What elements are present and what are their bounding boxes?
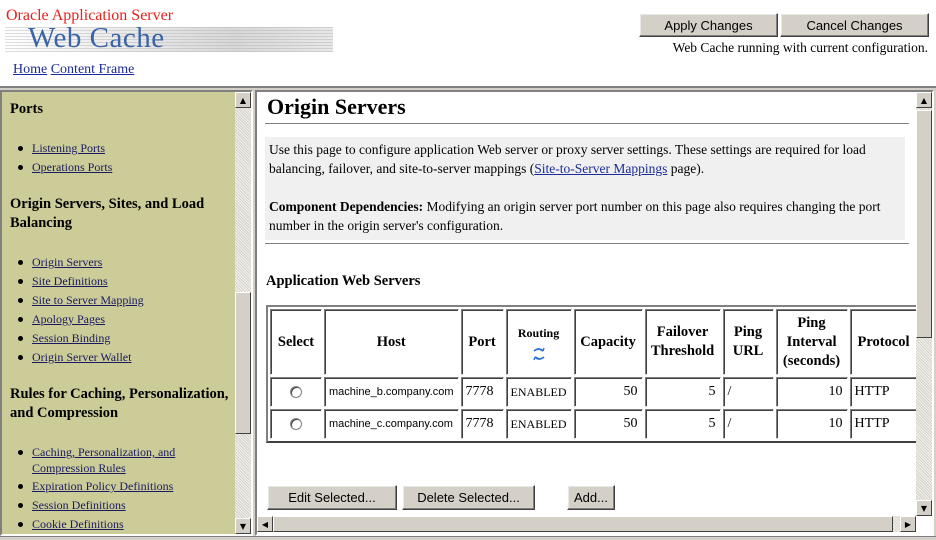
description-box: Use this page to configure application W…	[265, 137, 905, 240]
nav-scroll-thumb[interactable]	[235, 292, 251, 434]
column-header-ping-interval: Ping Interval (seconds)	[775, 309, 848, 375]
description-text: Use this page to configure application W…	[269, 140, 901, 178]
top-banner: Oracle Application Server Web Cache Home…	[0, 0, 936, 88]
nav-item-label[interactable]: Site to Server Mapping	[32, 293, 144, 307]
cancel-changes-button[interactable]: Cancel Changes	[780, 13, 929, 37]
capacity-cell: 50	[573, 377, 643, 407]
servers-table: Select Host Port Routing Capacity Failov…	[266, 305, 922, 443]
nav-item-label[interactable]: Expiration Policy Definitions	[32, 479, 173, 493]
nav-item-caching-rules[interactable]: Caching, Personalization, and Compressio…	[18, 444, 202, 476]
nav-item-expiration-policy[interactable]: Expiration Policy Definitions	[18, 478, 173, 494]
dependencies-text: Component Dependencies: Modifying an ori…	[269, 197, 901, 235]
site-to-server-mappings-link[interactable]: Site-to-Server Mappings	[534, 161, 667, 176]
failover-cell: 5	[644, 409, 721, 439]
page-title: Origin Servers	[267, 94, 406, 119]
nav-section-origin-servers: Origin Servers, Sites, and Load Balancin…	[10, 196, 205, 231]
nav-scrollbar[interactable]: ▲ ▼	[235, 92, 251, 534]
select-cell	[270, 409, 322, 439]
nav-item-label[interactable]: Apology Pages	[32, 312, 105, 326]
host-cell: machine_b.company.com	[324, 377, 459, 407]
nav-item-session-definitions[interactable]: Session Definitions	[18, 497, 126, 513]
divider	[265, 123, 909, 124]
content-scroll-thumb[interactable]	[916, 110, 932, 338]
nav-item-label[interactable]: Operations Ports	[32, 160, 112, 174]
row-select-radio[interactable]	[290, 385, 302, 398]
column-header-failover-threshold: Failover Threshold	[644, 309, 721, 375]
column-header-port: Port	[460, 309, 504, 375]
column-header-select: Select	[270, 309, 322, 375]
nav-item-label[interactable]: Origin Servers	[32, 255, 102, 269]
nav-item-label[interactable]: Origin Server Wallet	[32, 350, 131, 364]
divider	[265, 243, 909, 244]
routing-cell: ENABLED	[505, 409, 572, 439]
ping-interval-cell: 10	[775, 409, 848, 439]
nav-item-label[interactable]: Caching, Personalization, and Compressio…	[32, 445, 175, 475]
dependencies-label: Component Dependencies:	[269, 199, 424, 214]
row-select-radio[interactable]	[290, 417, 302, 430]
nav-item-origin-servers[interactable]: Origin Servers	[18, 254, 102, 270]
top-links: Home Content Frame	[13, 62, 134, 78]
nav-item-apology-pages[interactable]: Apology Pages	[18, 311, 105, 327]
table-row: machine_c.company.com 7778 ENABLED 50 5 …	[270, 409, 918, 439]
navigation-frame: Ports Listening Ports Operations Ports O…	[0, 90, 253, 536]
ping-interval-cell: 10	[775, 377, 848, 407]
routing-cell: ENABLED	[505, 377, 572, 407]
content-frame: Origin Servers Use this page to configur…	[255, 90, 934, 536]
scroll-down-icon[interactable]: ▼	[235, 518, 251, 534]
window-status-bar	[0, 536, 936, 540]
table-row: machine_b.company.com 7778 ENABLED 50 5 …	[270, 377, 918, 407]
host-cell: machine_c.company.com	[324, 409, 459, 439]
port-cell: 7778	[460, 377, 504, 407]
nav-section-ports: Ports	[10, 101, 44, 117]
description-outro: page).	[667, 161, 705, 176]
protocol-cell: HTTP	[849, 377, 918, 407]
apply-changes-button[interactable]: Apply Changes	[639, 13, 778, 37]
nav-item-listening-ports[interactable]: Listening Ports	[18, 140, 105, 156]
content-horizontal-scrollbar[interactable]: ◀ ▶	[257, 516, 916, 532]
home-link[interactable]: Home	[13, 62, 47, 77]
section-heading: Application Web Servers	[266, 273, 421, 289]
failover-cell: 5	[644, 377, 721, 407]
nav-item-origin-server-wallet[interactable]: Origin Server Wallet	[18, 349, 131, 365]
ping-url-cell: /	[722, 409, 774, 439]
nav-item-label[interactable]: Session Binding	[32, 331, 110, 345]
column-header-capacity: Capacity	[573, 309, 643, 375]
column-header-host: Host	[324, 309, 459, 375]
capacity-cell: 50	[573, 409, 643, 439]
nav-section-rules: Rules for Caching, Personalization, and …	[10, 386, 229, 421]
column-header-ping-url: Ping URL	[722, 309, 774, 375]
nav-item-label[interactable]: Cookie Definitions	[32, 517, 124, 531]
column-header-protocol: Protocol	[849, 309, 918, 375]
nav-item-site-to-server-mapping[interactable]: Site to Server Mapping	[18, 292, 144, 308]
routing-icon	[532, 347, 545, 360]
routing-label: Routing	[517, 325, 560, 340]
horizontal-scroll-thumb[interactable]	[273, 516, 893, 532]
scroll-right-icon[interactable]: ▶	[900, 516, 916, 532]
add-button[interactable]: Add...	[567, 485, 615, 510]
port-cell: 7778	[460, 409, 504, 439]
scroll-left-icon[interactable]: ◀	[257, 516, 273, 532]
content-scrollbar[interactable]: ▲ ▼	[916, 92, 932, 516]
protocol-cell: HTTP	[849, 409, 918, 439]
edit-selected-button[interactable]: Edit Selected...	[267, 485, 397, 510]
delete-selected-button[interactable]: Delete Selected...	[402, 485, 535, 510]
status-message: Web Cache running with current configura…	[672, 40, 928, 55]
product-subtitle: Web Cache	[28, 22, 165, 54]
nav-item-session-binding[interactable]: Session Binding	[18, 330, 110, 346]
nav-item-label[interactable]: Site Definitions	[32, 274, 108, 288]
nav-item-site-definitions[interactable]: Site Definitions	[18, 273, 108, 289]
column-header-routing: Routing	[505, 309, 572, 375]
nav-item-operations-ports[interactable]: Operations Ports	[18, 159, 112, 175]
scroll-down-icon[interactable]: ▼	[916, 500, 932, 516]
nav-item-label[interactable]: Session Definitions	[32, 498, 126, 512]
scroll-up-icon[interactable]: ▲	[916, 92, 932, 108]
nav-item-cookie-definitions[interactable]: Cookie Definitions	[18, 516, 124, 532]
scroll-up-icon[interactable]: ▲	[235, 92, 251, 108]
table-header-row: Select Host Port Routing Capacity Failov…	[270, 309, 918, 375]
ping-url-cell: /	[722, 377, 774, 407]
nav-item-label[interactable]: Listening Ports	[32, 141, 105, 155]
content-frame-link[interactable]: Content Frame	[51, 62, 135, 77]
select-cell	[270, 377, 322, 407]
